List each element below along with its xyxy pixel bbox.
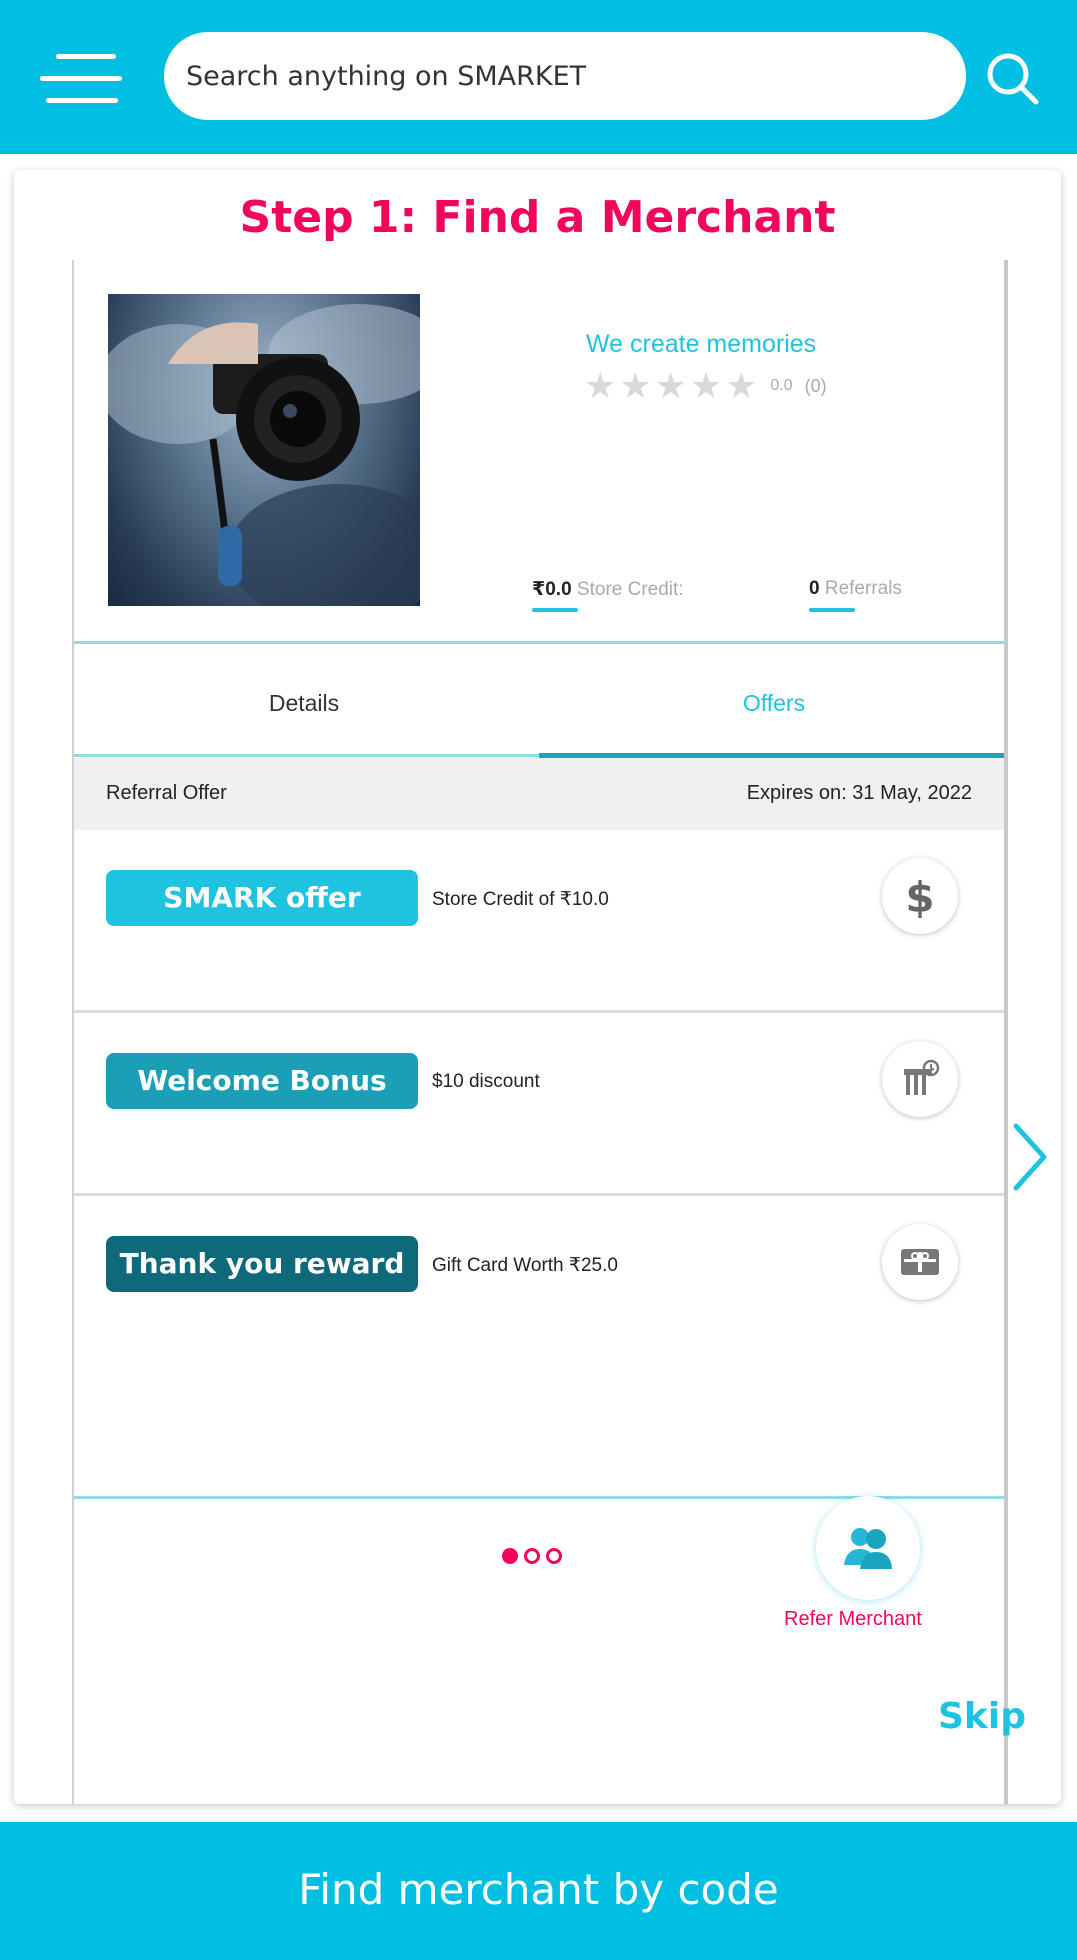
refer-users-icon [844,1528,892,1569]
star-icon: ★ [654,365,687,406]
dollar-icon: $ [882,858,958,934]
refer-merchant-button[interactable] [816,1496,920,1600]
offer-row: Thank you reward Gift Card Worth ₹25.0 [74,1196,1004,1376]
star-icon: ★ [689,365,723,406]
top-bar [0,0,1077,154]
merchant-preview: We create memories ★ ★ ★ ★ ★ 0.0 (0) ₹0.… [72,260,1008,1804]
expiry-date: Expires on: 31 May, 2022 [746,782,972,804]
referral-offer-label: Referral Offer [106,782,227,804]
skip-button[interactable]: Skip [938,1696,1026,1737]
gift-card-icon [882,1224,958,1300]
tab-offers[interactable]: Offers [574,690,974,717]
referrals-label: Referrals [824,578,902,599]
page-dot[interactable] [524,1548,540,1564]
rating-stars: ★ ★ ★ ★ ★ 0.0 (0) [584,368,827,404]
store-credit-label: Store Credit: [576,579,684,600]
pagination-dots [502,1548,568,1564]
offer-description: Store Credit of ₹10.0 [432,889,609,910]
offer-badge[interactable]: SMARK offer [106,870,418,926]
merchant-name: We create memories [586,330,817,358]
refer-merchant-label: Refer Merchant [784,1608,922,1630]
referral-offer-header: Referral Offer Expires on: 31 May, 2022 [74,758,1004,830]
step-title: Step 1: Find a Merchant [239,192,836,243]
offer-row: Welcome Bonus $10 discount [74,1013,1004,1196]
menu-icon[interactable] [40,48,122,104]
chevron-right-icon[interactable] [1010,1120,1050,1194]
store-credit-value: ₹0.0 [532,579,572,600]
rating-count: (0) [804,375,827,396]
offer-description: $10 discount [432,1071,540,1092]
page-dot-active[interactable] [502,1548,518,1564]
svg-text:$: $ [905,874,934,918]
referrals-stat: 0 Referrals [809,578,902,612]
search-input[interactable] [164,32,966,120]
merchant-photo [108,294,420,606]
search-icon[interactable] [984,50,1040,106]
star-icon: ★ [725,365,758,406]
tutorial-card: Step 1: Find a Merchant We create memori… [14,170,1061,1804]
tab-details[interactable]: Details [104,690,504,717]
store-credit-stat: ₹0.0 Store Credit: [532,578,684,612]
tab-underline [74,754,539,757]
rating-value: 0.0 [770,377,793,394]
star-icon: ★ [584,365,617,406]
offer-badge[interactable]: Thank you reward [106,1236,418,1292]
offer-badge[interactable]: Welcome Bonus [106,1053,418,1109]
page-dot[interactable] [546,1548,562,1564]
referrals-value: 0 [809,578,820,599]
divider [74,641,1004,644]
offer-row: SMARK offer Store Credit of ₹10.0 $ [74,830,1004,1013]
star-icon: ★ [619,365,652,406]
store-icon [882,1041,958,1117]
find-merchant-by-code-button[interactable]: Find merchant by code [0,1822,1077,1960]
offer-description: Gift Card Worth ₹25.0 [432,1255,618,1276]
